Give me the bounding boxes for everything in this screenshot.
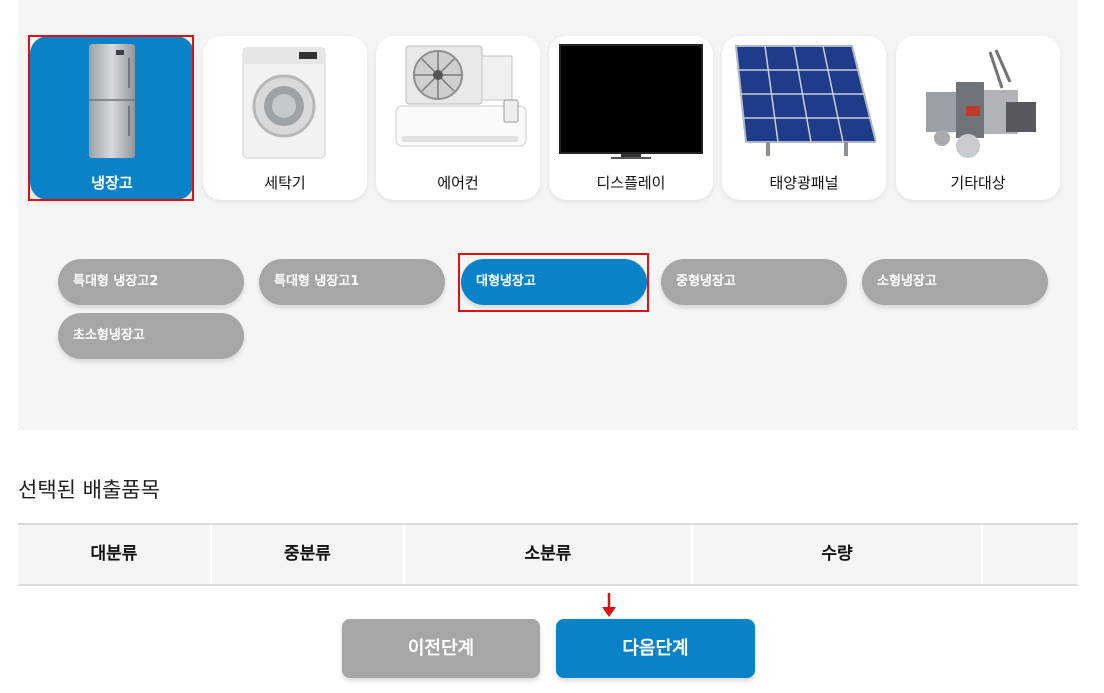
- category-display[interactable]: 디스플레이: [549, 36, 713, 200]
- category-solar-panel[interactable]: 태양광패널: [722, 36, 886, 200]
- column-header-action: [983, 525, 1078, 584]
- next-step-button[interactable]: 다음단계: [556, 619, 755, 678]
- prev-step-button[interactable]: 이전단계: [342, 619, 540, 678]
- category-label: 에어컨: [437, 174, 479, 192]
- display-icon: [559, 44, 703, 159]
- category-label: 기타대상: [950, 174, 1006, 192]
- selected-items-table: 대분류 중분류 소분류 수량: [18, 523, 1078, 586]
- category-air-conditioner[interactable]: 에어컨: [376, 36, 540, 200]
- category-label: 디스플레이: [596, 174, 666, 192]
- solar-panel-icon: [734, 45, 876, 156]
- misc-appliances-icon: [926, 49, 1036, 158]
- subcategory-mini-fridge[interactable]: 초소형냉장고: [58, 313, 244, 359]
- category-label: 냉장고: [91, 174, 133, 192]
- subcategory-large-fridge[interactable]: 대형냉장고: [461, 259, 647, 305]
- category-washing-machine[interactable]: 세탁기: [203, 36, 367, 200]
- subcategory-xxl-fridge-1[interactable]: 특대형 냉장고1: [259, 259, 445, 305]
- category-misc[interactable]: 기타대상: [896, 36, 1060, 200]
- category-label: 태양광패널: [769, 174, 839, 192]
- subcategory-small-fridge[interactable]: 소형냉장고: [862, 259, 1048, 305]
- column-header-minor: 소분류: [524, 544, 572, 564]
- category-refrigerator[interactable]: 냉장고: [30, 36, 194, 200]
- column-header-major: 대분류: [90, 544, 138, 564]
- column-header-middle: 중분류: [284, 544, 331, 564]
- refrigerator-icon: [89, 44, 135, 158]
- washing-machine-icon: [242, 47, 326, 159]
- category-label: 세탁기: [264, 174, 306, 192]
- air-conditioner-icon: [395, 45, 527, 147]
- subcategory-medium-fridge[interactable]: 중형냉장고: [661, 259, 847, 305]
- subcategory-xxl-fridge-2[interactable]: 특대형 냉장고2: [58, 259, 244, 305]
- selected-items-title: 선택된 배출품목: [18, 478, 160, 502]
- arrow-down-icon: [602, 593, 616, 617]
- column-header-quantity: 수량: [821, 544, 853, 564]
